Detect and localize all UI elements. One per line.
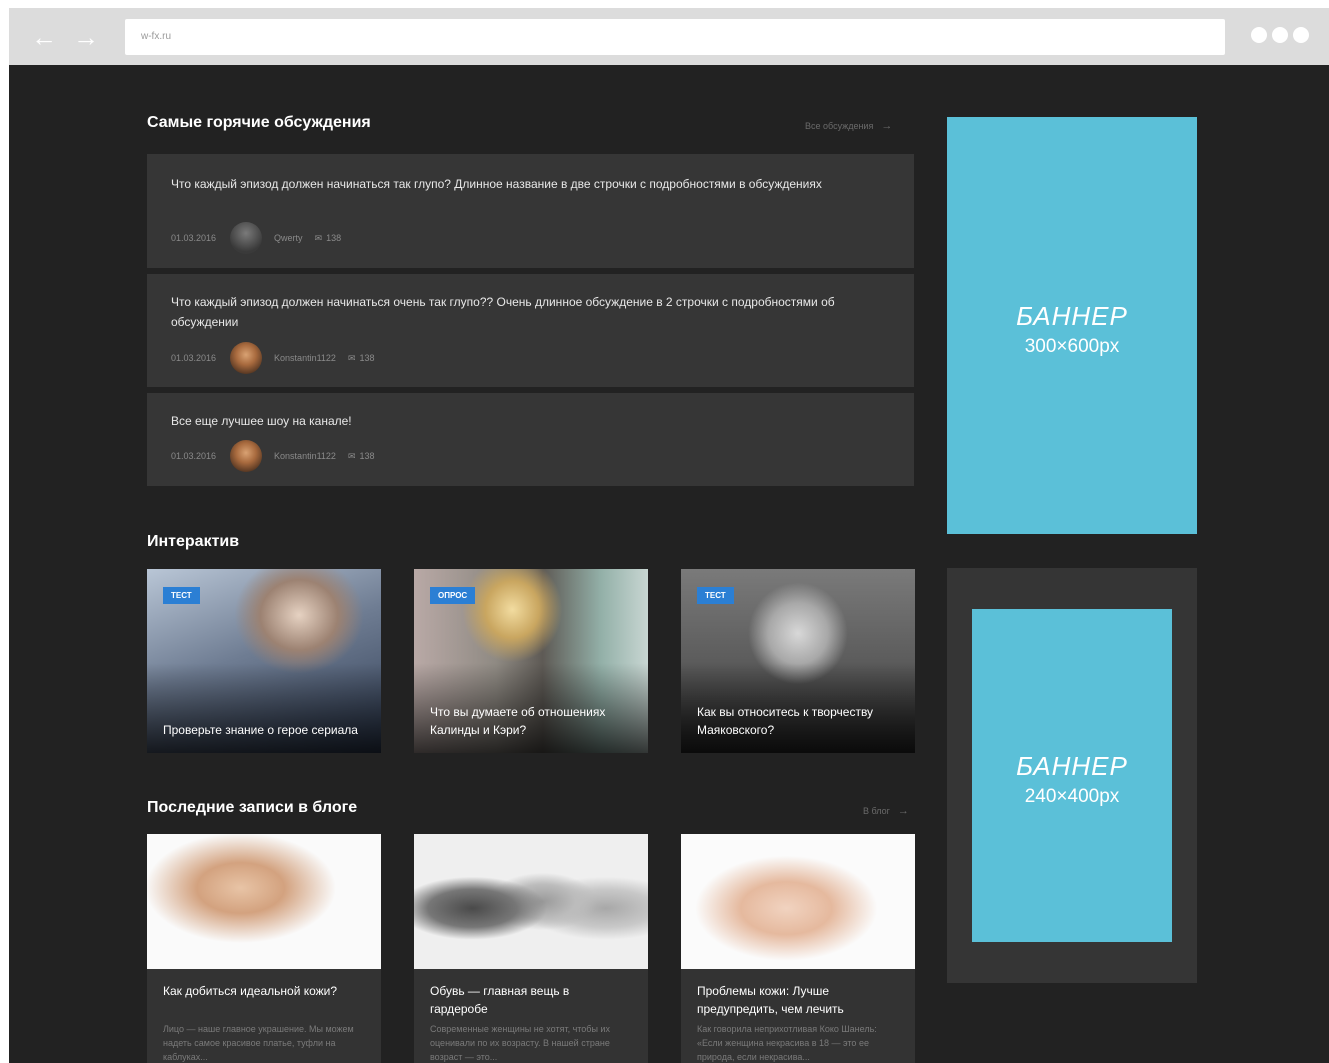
discussion-title[interactable]: Что каждый эпизод должен начинаться так … [171,174,851,194]
blog-title: Последние записи в блоге [147,799,358,816]
discussion-meta: 01.03.2016 Konstantin1122 ✉ 138 [171,440,375,472]
discussion-author[interactable]: Konstantin1122 [274,353,336,363]
blog-link-label: В блог [863,806,890,816]
arrow-right-icon: → [881,120,893,132]
discussion-views: 138 [359,451,375,461]
interactive-card[interactable]: Тест Проверьте знание о герое сериала [147,569,381,753]
blog-post-title[interactable]: Обувь — главная вещь в гардеробе [430,982,630,1018]
blog-image [414,834,648,969]
discussion-item[interactable]: Что каждый эпизод должен начинаться очен… [147,274,914,387]
blog-card[interactable]: Обувь — главная вещь в гардеробе Совреме… [414,834,648,1063]
discussion-date: 01.03.2016 [171,353,217,363]
banner-240x400[interactable]: БАННЕР 240×400px [972,609,1172,942]
all-discussions-link[interactable]: Все обсуждения → [805,120,892,132]
tile-caption[interactable]: Как вы относитесь к творчеству Маяковско… [697,703,903,739]
blog-post-excerpt: Современные женщины не хотят, чтобы их о… [430,1024,610,1062]
comments-icon: ✉ [347,352,356,363]
blog-link[interactable]: В блог → [863,805,909,817]
blog-post-excerpt: Лицо — наше главное украшение. Мы можем … [163,1024,354,1062]
blog-post-title[interactable]: Как добиться идеальной кожи? [163,982,363,1000]
discussion-item[interactable]: Все еще лучшее шоу на канале! 01.03.2016… [147,393,914,486]
tile-badge: Тест [163,587,200,604]
interactive-title: Интерактив [147,533,240,550]
banner-label: БАННЕР [1016,751,1128,781]
address-bar[interactable]: w-fx.ru [125,19,1225,55]
discussion-author[interactable]: Qwerty [274,233,303,243]
avatar[interactable] [230,440,263,472]
blog-card[interactable]: Как добиться идеальной кожи? Лицо — наше… [147,834,381,1063]
banner-300x600[interactable]: БАННЕР 300×600px [947,117,1197,534]
avatar[interactable] [230,342,263,374]
banner-label: БАННЕР [1016,301,1128,331]
banner-container: БАННЕР 240×400px [947,568,1197,983]
blog-image [147,834,381,969]
avatar[interactable] [230,222,263,254]
browser-toolbar: ← → w-fx.ru [9,8,1329,65]
interactive-card[interactable]: Тест Как вы относитесь к творчеству Маяк… [681,569,915,753]
discussion-views: 138 [359,353,375,363]
tile-badge: Опрос [430,587,476,604]
blog-card[interactable]: Проблемы кожи: Лучше предупредить, чем л… [681,834,915,1063]
discussion-date: 01.03.2016 [171,233,217,243]
comments-icon: ✉ [347,450,356,461]
forward-arrow-icon[interactable]: → [71,22,101,52]
discussion-meta: 01.03.2016 Konstantin1122 ✉ 138 [171,342,375,374]
all-discussions-label: Все обсуждения [805,121,874,131]
discussion-title[interactable]: Что каждый эпизод должен начинаться очен… [171,292,851,332]
blog-post-excerpt: Как говорила неприхотливая Коко Шанель: … [697,1024,877,1062]
discussion-title[interactable]: Все еще лучшее шоу на канале! [171,411,851,431]
tile-caption[interactable]: Что вы думаете об отношениях Калинды и К… [430,703,636,739]
discussion-author[interactable]: Konstantin1122 [274,451,336,461]
discussion-item[interactable]: Что каждый эпизод должен начинаться так … [147,154,914,268]
arrow-right-icon: → [897,805,909,817]
tile-caption[interactable]: Проверьте знание о герое сериала [163,721,369,739]
discussion-meta: 01.03.2016 Qwerty ✉ 138 [171,222,341,254]
discussion-date: 01.03.2016 [171,451,217,461]
back-arrow-icon[interactable]: ← [29,22,59,52]
comments-icon: ✉ [314,232,323,243]
banner-size: 300×600px [1024,336,1120,357]
browser-window: ← → w-fx.ru Самые горячие обсуждения Все… [9,8,1329,1063]
blog-post-title[interactable]: Проблемы кожи: Лучше предупредить, чем л… [697,982,897,1018]
interactive-card[interactable]: Опрос Что вы думаете об отношениях Калин… [414,569,648,753]
banner-size: 240×400px [1024,786,1120,807]
discussions-title: Самые горячие обсуждения [147,114,371,131]
menu-dots-icon[interactable] [1251,27,1314,45]
blog-image [681,834,915,969]
discussion-views: 138 [326,233,342,243]
tile-badge: Тест [697,587,734,604]
